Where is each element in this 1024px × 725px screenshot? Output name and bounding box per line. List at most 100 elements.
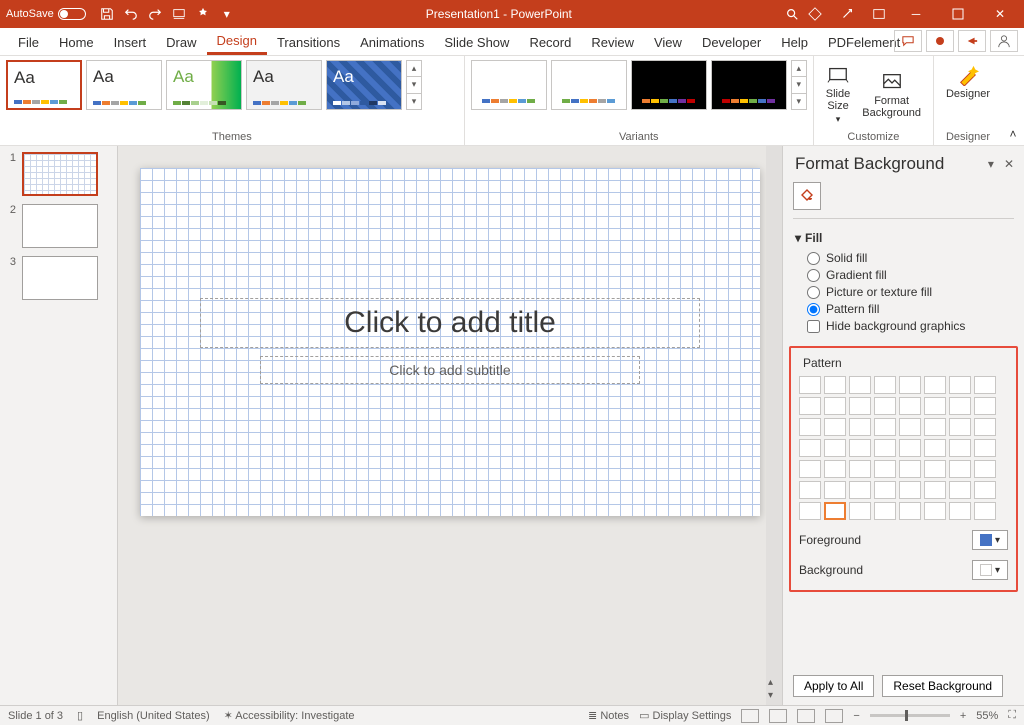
minimize-button[interactable]: ─ (896, 0, 936, 28)
pattern-cell[interactable] (924, 481, 946, 499)
account-icon[interactable] (990, 30, 1018, 52)
pattern-cell[interactable] (849, 439, 871, 457)
pattern-cell[interactable] (899, 481, 921, 499)
close-button[interactable]: ✕ (980, 0, 1020, 28)
foreground-color-dropdown[interactable]: ▾ (972, 530, 1008, 550)
pattern-cell[interactable] (874, 460, 896, 478)
thumbnail-2[interactable]: 2 (4, 204, 113, 248)
theme-swatch-4[interactable]: Aa (246, 60, 322, 110)
pattern-cell[interactable] (899, 397, 921, 415)
pattern-cell-selected[interactable] (824, 502, 846, 520)
variant-swatch-3[interactable] (631, 60, 707, 110)
pattern-cell[interactable] (874, 418, 896, 436)
fill-section-toggle[interactable]: ▾Fill (795, 231, 1012, 245)
pattern-cell[interactable] (899, 439, 921, 457)
variant-swatch-1[interactable] (471, 60, 547, 110)
pattern-cell[interactable] (824, 481, 846, 499)
reset-background-button[interactable]: Reset Background (882, 675, 1003, 697)
diamond-icon[interactable] (800, 0, 830, 28)
pattern-cell[interactable] (949, 502, 971, 520)
pattern-cell[interactable] (899, 460, 921, 478)
pattern-cell[interactable] (849, 397, 871, 415)
pattern-cell[interactable] (874, 376, 896, 394)
slideshow-view-icon[interactable] (825, 709, 843, 723)
pattern-cell[interactable] (874, 481, 896, 499)
pattern-cell[interactable] (799, 439, 821, 457)
pattern-cell[interactable] (974, 460, 996, 478)
share-button[interactable] (958, 30, 986, 52)
tab-file[interactable]: File (8, 29, 49, 55)
hide-bg-check[interactable]: Hide background graphics (807, 319, 1012, 333)
pattern-cell[interactable] (899, 376, 921, 394)
pattern-cell[interactable] (799, 460, 821, 478)
pattern-cell[interactable] (924, 397, 946, 415)
thumbnail-1[interactable]: 1 (4, 152, 113, 196)
tab-transitions[interactable]: Transitions (267, 29, 350, 55)
title-placeholder[interactable]: Click to add title (200, 298, 700, 348)
theme-swatch-5[interactable]: Aa (326, 60, 402, 110)
pane-close-icon[interactable]: ✕ (1004, 157, 1014, 171)
pattern-cell[interactable] (849, 376, 871, 394)
pattern-cell[interactable] (874, 502, 896, 520)
pattern-cell[interactable] (949, 376, 971, 394)
pattern-cell[interactable] (824, 376, 846, 394)
variants-more-dropdown[interactable]: ▴▾▾ (791, 60, 807, 110)
touch-mode-icon[interactable] (192, 3, 214, 25)
toggle-off[interactable] (58, 8, 86, 20)
pattern-cell[interactable] (924, 460, 946, 478)
background-color-dropdown[interactable]: ▾ (972, 560, 1008, 580)
pattern-cell[interactable] (949, 397, 971, 415)
collapse-ribbon-icon[interactable]: ˄ (1002, 56, 1024, 145)
pattern-cell[interactable] (899, 418, 921, 436)
pattern-cell[interactable] (799, 376, 821, 394)
maximize-button[interactable] (938, 0, 978, 28)
fit-to-window-icon[interactable]: ⛶ (1008, 709, 1016, 722)
subtitle-placeholder[interactable]: Click to add subtitle (260, 356, 640, 384)
theme-swatch-1[interactable]: Aa (6, 60, 82, 110)
pattern-cell[interactable] (849, 502, 871, 520)
tab-slideshow[interactable]: Slide Show (434, 29, 519, 55)
tab-help[interactable]: Help (771, 29, 818, 55)
pattern-cell[interactable] (974, 502, 996, 520)
normal-view-icon[interactable] (741, 709, 759, 723)
zoom-slider[interactable] (870, 714, 950, 717)
undo-icon[interactable] (120, 3, 142, 25)
ribbon-display-icon[interactable] (864, 0, 894, 28)
tab-design[interactable]: Design (207, 29, 267, 55)
tab-review[interactable]: Review (581, 29, 644, 55)
accessibility-status[interactable]: ✶ Accessibility: Investigate (224, 709, 355, 722)
pattern-fill-radio[interactable]: Pattern fill (807, 302, 1012, 316)
reading-view-icon[interactable] (797, 709, 815, 723)
pane-options-icon[interactable]: ▾ (988, 157, 994, 171)
next-slide-icon[interactable]: ▾ (768, 690, 773, 701)
comments-button[interactable] (894, 30, 922, 52)
pattern-cell[interactable] (974, 376, 996, 394)
zoom-in-icon[interactable]: + (960, 710, 966, 722)
pattern-cell[interactable] (924, 418, 946, 436)
sorter-view-icon[interactable] (769, 709, 787, 723)
pattern-cell[interactable] (974, 397, 996, 415)
pattern-cell[interactable] (974, 439, 996, 457)
accessibility-book-icon[interactable]: ▯ (77, 709, 83, 722)
pattern-cell[interactable] (849, 460, 871, 478)
pattern-cell[interactable] (949, 418, 971, 436)
coming-soon-icon[interactable] (832, 0, 862, 28)
slide-canvas[interactable]: Click to add title Click to add subtitle (140, 168, 760, 516)
tab-draw[interactable]: Draw (156, 29, 206, 55)
zoom-level[interactable]: 55% (976, 710, 998, 722)
pattern-cell[interactable] (799, 481, 821, 499)
fill-tab-icon[interactable] (793, 182, 821, 210)
pattern-cell[interactable] (824, 460, 846, 478)
themes-more-dropdown[interactable]: ▴▾▾ (406, 60, 422, 110)
redo-icon[interactable] (144, 3, 166, 25)
tab-record[interactable]: Record (519, 29, 581, 55)
tab-developer[interactable]: Developer (692, 29, 771, 55)
pattern-cell[interactable] (824, 397, 846, 415)
zoom-out-icon[interactable]: − (853, 710, 859, 722)
format-background-button[interactable]: Format Background (856, 60, 927, 129)
designer-button[interactable]: Designer (940, 60, 996, 104)
autosave-toggle[interactable]: AutoSave (6, 8, 86, 20)
pattern-cell[interactable] (924, 502, 946, 520)
display-settings-button[interactable]: ▭ Display Settings (639, 709, 731, 722)
pattern-cell[interactable] (924, 439, 946, 457)
